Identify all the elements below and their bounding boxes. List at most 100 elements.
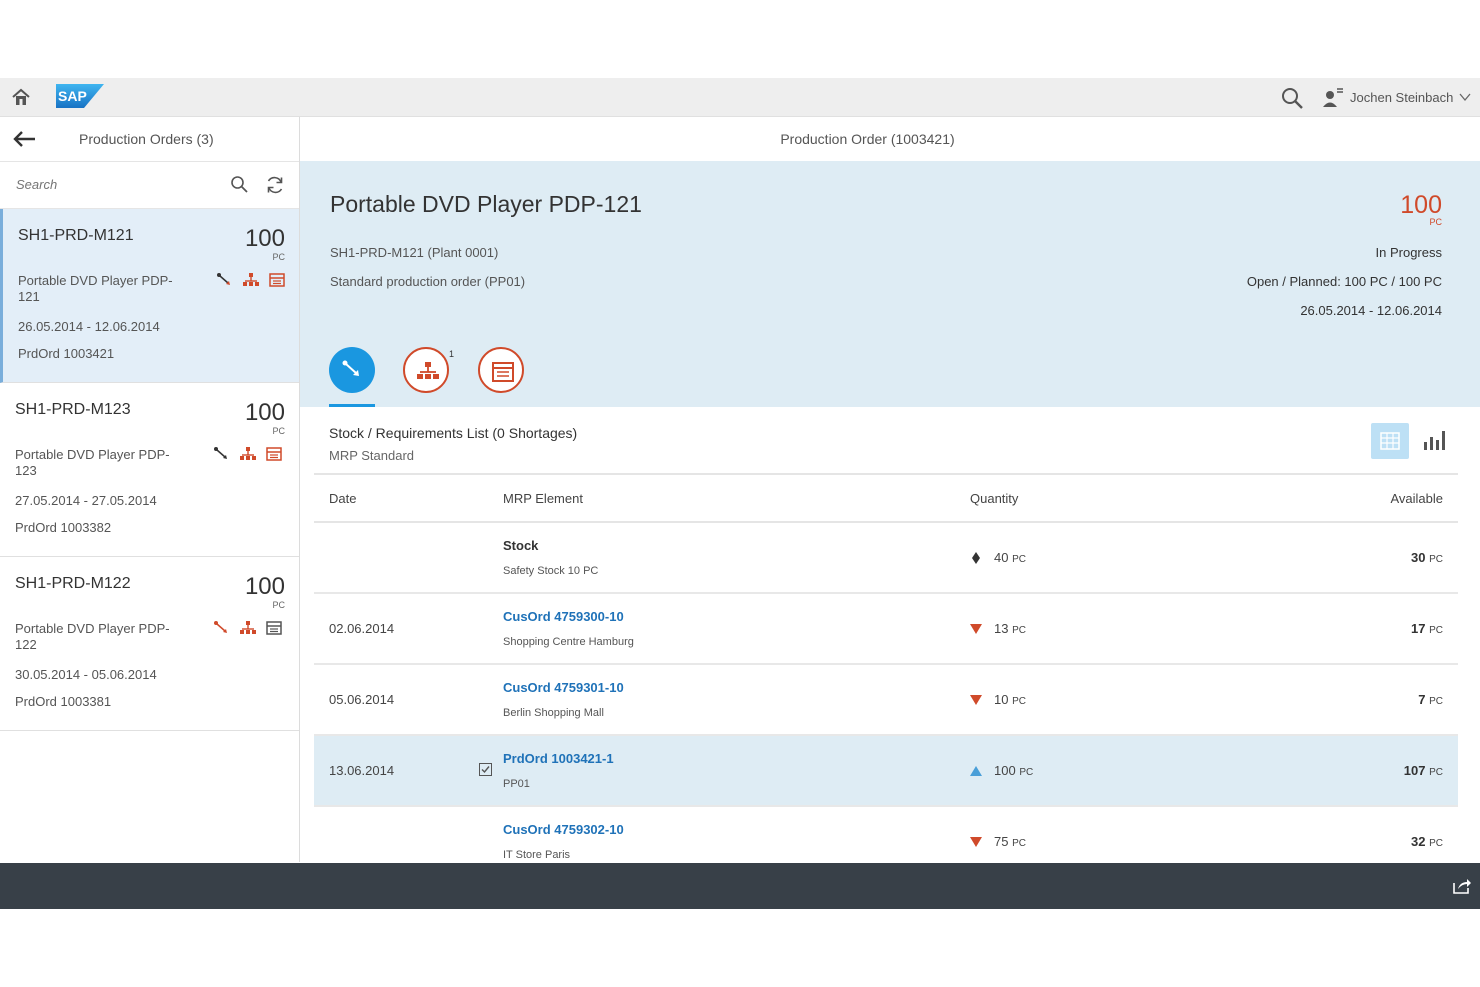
search-icon[interactable] [1280, 86, 1304, 110]
list-item-status-icons [216, 272, 286, 288]
search-icon[interactable] [230, 175, 248, 193]
row-element-cell: CusOrd 4759300-10 Shopping Centre Hambur… [503, 593, 969, 665]
list-item-qty: 100 [244, 399, 285, 426]
row-available-cell: 7 PC [1171, 664, 1458, 736]
row-element-sub: Safety Stock 10 PC [503, 565, 599, 577]
list-item-unit: PC [272, 426, 285, 436]
triangle-up-icon [970, 765, 982, 776]
table-view-button[interactable] [1371, 423, 1409, 459]
row-date: 13.06.2014 [314, 735, 475, 807]
user-icon [1323, 88, 1343, 107]
list-item-qty: 100 [244, 225, 285, 252]
list-item-id: SH1-PRD-M122 [15, 575, 131, 592]
app-window: SAP Jochen Steinbach Production Orders (… [0, 78, 1480, 909]
list-item-order: PrdOrd 1003381 [15, 694, 112, 709]
row-available-cell: 107 PC [1171, 735, 1458, 807]
tab-stock-requirements[interactable] [329, 347, 375, 393]
list-item-order: PrdOrd 1003421 [18, 346, 115, 361]
checkbox-icon[interactable] [479, 762, 492, 776]
object-plant: SH1-PRD-M121 (Plant 0001) [330, 245, 499, 260]
tab-hierarchy[interactable] [403, 347, 449, 393]
list-item[interactable]: SH1-PRD-M123 100 PC Portable DVD Player … [0, 383, 299, 557]
triangle-down-icon [970, 836, 982, 847]
row-element-sub: IT Store Paris [503, 849, 571, 861]
row-element: Stock [503, 538, 539, 553]
refresh-icon[interactable] [265, 175, 285, 195]
list-item-status-icons [213, 620, 283, 636]
row-element-link[interactable]: CusOrd 4759301-10 [503, 680, 968, 695]
hierarchy-icon [240, 447, 256, 460]
row-available: 30 [1411, 550, 1426, 565]
row-element-link[interactable]: PrdOrd 1003421-1 [503, 751, 968, 766]
detail-panel: Production Order (1003421) Portable DVD … [300, 117, 1480, 862]
triangle-down-icon [970, 694, 982, 705]
row-check-cell [475, 593, 503, 665]
row-qty: 75 [994, 834, 1009, 849]
chevron-down-icon [1459, 93, 1471, 102]
section-title: Stock / Requirements List (0 Shortages) [329, 425, 578, 441]
row-available: 107 [1403, 763, 1426, 778]
flow-icon [214, 621, 227, 633]
row-element-sub: PP01 [503, 778, 530, 790]
row-available-unit: PC [1429, 838, 1443, 849]
list-item[interactable]: SH1-PRD-M121 100 PC Portable DVD Player … [0, 209, 299, 383]
object-header: Portable DVD Player PDP-121 SH1-PRD-M121… [300, 161, 1480, 407]
table-header-row: Date MRP Element Quantity Available [314, 473, 1458, 523]
row-qty-unit: PC [1012, 554, 1026, 565]
row-available-unit: PC [1429, 554, 1443, 565]
list-item-order: PrdOrd 1003382 [15, 520, 112, 535]
table-row[interactable]: 02.06.2014 CusOrd 4759300-10 Shopping Ce… [314, 593, 1458, 665]
calendar-icon [266, 447, 282, 461]
detail-header: Production Order (1003421) [300, 117, 1480, 162]
object-open-planned: Open / Planned: 100 PC / 100 PC [1246, 274, 1442, 289]
row-available-cell: 30 PC [1171, 522, 1458, 594]
row-element-link[interactable]: CusOrd 4759300-10 [503, 609, 968, 624]
master-header: Production Orders (3) [0, 117, 299, 162]
flow-icon [217, 273, 230, 285]
list-item-status-icons [213, 446, 283, 462]
row-qty-unit: PC [1012, 838, 1026, 849]
table-row[interactable]: 13.06.2014 PrdOrd 1003421-1 PP01 100 PC [314, 735, 1458, 807]
table-row[interactable]: Stock Safety Stock 10 PC 40 PC 30 PC [314, 522, 1458, 594]
share-icon[interactable] [1452, 877, 1472, 895]
object-dates: 26.05.2014 - 12.06.2014 [1300, 303, 1442, 318]
chart-view-icon[interactable] [1423, 427, 1447, 453]
row-qty: 40 [994, 550, 1009, 565]
row-available-unit: PC [1429, 696, 1443, 707]
list-item-desc: Portable DVD Player PDP-123 [15, 447, 170, 478]
row-qty-unit: PC [1012, 696, 1026, 707]
detail-title: Production Order (1003421) [780, 131, 955, 147]
object-qty: 100 [1400, 191, 1442, 219]
home-icon[interactable] [10, 86, 32, 108]
list-item-desc: Portable DVD Player PDP-121 [18, 273, 173, 304]
list-item-desc: Portable DVD Player PDP-122 [15, 621, 170, 652]
tab-badge: 1 [449, 349, 455, 359]
tab-schedule[interactable] [478, 347, 524, 393]
flow-icon [342, 360, 359, 376]
master-panel: Production Orders (3) SH1-PRD-M121 100 P… [0, 117, 300, 862]
calendar-icon [269, 273, 285, 287]
row-date: 02.06.2014 [314, 593, 475, 665]
row-available: 32 [1411, 834, 1426, 849]
object-order-type: Standard production order (PP01) [330, 274, 526, 289]
table-row[interactable]: 05.06.2014 CusOrd 4759301-10 Berlin Shop… [314, 664, 1458, 736]
master-title: Production Orders (3) [79, 131, 214, 147]
hierarchy-icon [240, 621, 256, 634]
list-item-dates: 27.05.2014 - 27.05.2014 [15, 493, 157, 508]
row-check-cell [475, 735, 503, 807]
row-element-sub: Shopping Centre Hamburg [503, 636, 634, 648]
back-arrow-icon[interactable] [12, 130, 36, 148]
list-item[interactable]: SH1-PRD-M122 100 PC Portable DVD Player … [0, 557, 299, 731]
col-spacer [475, 473, 503, 523]
row-element-sub: Berlin Shopping Mall [503, 707, 604, 719]
row-check-cell [475, 522, 503, 594]
list-item-id: SH1-PRD-M123 [15, 401, 131, 418]
row-date [314, 806, 475, 862]
sap-logo[interactable]: SAP [56, 84, 104, 108]
row-qty-cell: 10 PC [969, 664, 1171, 736]
user-menu[interactable]: Jochen Steinbach [1322, 86, 1471, 108]
table-row[interactable]: CusOrd 4759302-10 IT Store Paris 75 PC 3… [314, 806, 1458, 862]
row-available-unit: PC [1429, 625, 1443, 636]
row-qty: 13 [994, 621, 1009, 636]
row-element-link[interactable]: CusOrd 4759302-10 [503, 822, 968, 837]
